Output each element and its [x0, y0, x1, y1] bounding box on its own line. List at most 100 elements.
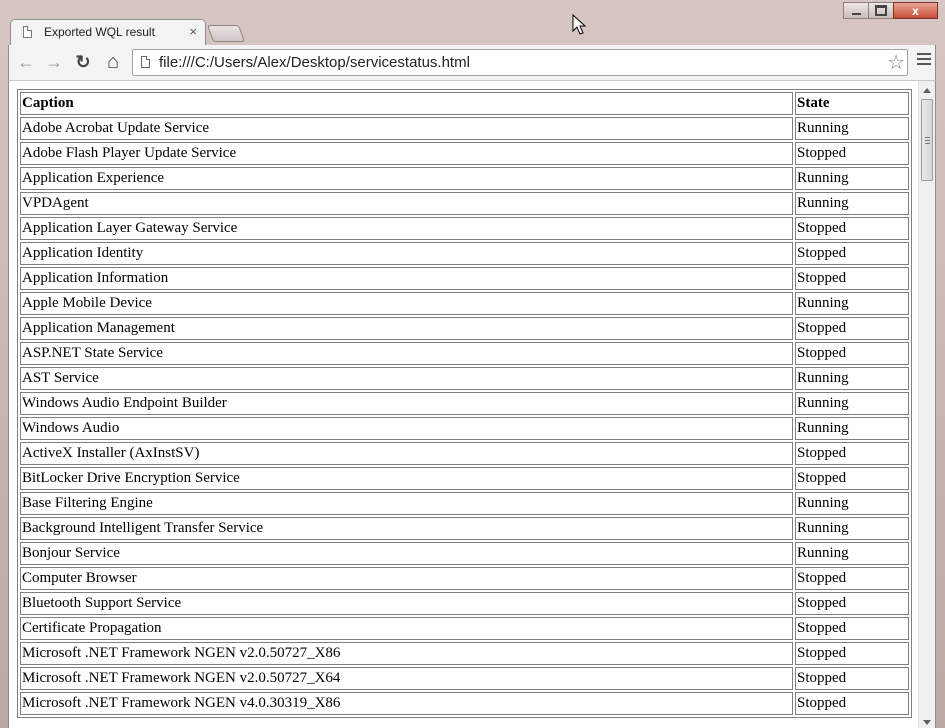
caption-cell: ASP.NET State Service — [20, 342, 793, 365]
table-row: Application Layer Gateway Service Stopped — [20, 217, 909, 240]
page-icon — [23, 26, 32, 38]
tab-exported-wql-result[interactable]: Exported WQL result × — [10, 19, 206, 45]
caption-cell: Application Information — [20, 267, 793, 290]
state-cell: Stopped — [795, 617, 909, 640]
scroll-up-arrow-icon[interactable] — [923, 88, 931, 93]
caption-cell: Adobe Flash Player Update Service — [20, 142, 793, 165]
state-cell: Stopped — [795, 467, 909, 490]
table-row: Bluetooth Support Service Stopped — [20, 592, 909, 615]
table-header-row: Caption State — [20, 92, 909, 115]
tab-close-icon[interactable]: × — [189, 24, 197, 39]
state-cell: Running — [795, 167, 909, 190]
new-tab-button[interactable] — [206, 25, 246, 42]
tab-title: Exported WQL result — [44, 25, 155, 39]
table-row: Application Experience Running — [20, 167, 909, 190]
caption-cell: ActiveX Installer (AxInstSV) — [20, 442, 793, 465]
window-controls: x — [843, 2, 938, 19]
caption-cell: Microsoft .NET Framework NGEN v2.0.50727… — [20, 667, 793, 690]
table-row: Application Identity Stopped — [20, 242, 909, 265]
mouse-cursor-icon — [572, 14, 586, 35]
table-row: Microsoft .NET Framework NGEN v4.0.30319… — [20, 692, 909, 715]
caption-cell: Computer Browser — [20, 567, 793, 590]
table-row: Microsoft .NET Framework NGEN v2.0.50727… — [20, 667, 909, 690]
scroll-down-arrow-icon[interactable] — [923, 720, 931, 725]
minimize-icon — [851, 12, 861, 15]
home-button[interactable]: ⌂ — [102, 51, 124, 73]
table-row: Microsoft .NET Framework NGEN v2.0.50727… — [20, 642, 909, 665]
table-row: Application Information Stopped — [20, 267, 909, 290]
state-cell: Stopped — [795, 142, 909, 165]
table-row: Base Filtering Engine Running — [20, 492, 909, 515]
caption-cell: Bluetooth Support Service — [20, 592, 793, 615]
table-row: Adobe Acrobat Update Service Running — [20, 117, 909, 140]
state-cell: Stopped — [795, 442, 909, 465]
table-row: ActiveX Installer (AxInstSV) Stopped — [20, 442, 909, 465]
scroll-thumb[interactable] — [921, 99, 933, 181]
browser-window: x Exported WQL result × ← → ↻ ⌂ file:///… — [0, 0, 945, 728]
table-row: Windows Audio Endpoint Builder Running — [20, 392, 909, 415]
state-cell: Stopped — [795, 267, 909, 290]
caption-cell: Apple Mobile Device — [20, 292, 793, 315]
table-row: Certificate Propagation Stopped — [20, 617, 909, 640]
url-text[interactable]: file:///C:/Users/Alex/Desktop/servicesta… — [159, 54, 470, 71]
state-cell: Running — [795, 192, 909, 215]
state-cell: Running — [795, 542, 909, 565]
caption-cell: Application Management — [20, 317, 793, 340]
state-cell: Stopped — [795, 217, 909, 240]
reload-button[interactable]: ↻ — [72, 51, 94, 73]
close-icon: x — [912, 3, 919, 18]
caption-cell: Background Intelligent Transfer Service — [20, 517, 793, 540]
table-row: Background Intelligent Transfer Service R… — [20, 517, 909, 540]
table-row: Adobe Flash Player Update Service Stopped — [20, 142, 909, 165]
caption-cell: Bonjour Service — [20, 542, 793, 565]
grip-icon — [925, 137, 930, 146]
maximize-icon — [875, 5, 887, 16]
table-row: Windows Audio Running — [20, 417, 909, 440]
caption-cell: Application Identity — [20, 242, 793, 265]
file-page-icon — [141, 56, 150, 68]
state-cell: Running — [795, 292, 909, 315]
state-cell: Stopped — [795, 317, 909, 340]
caption-cell: Application Experience — [20, 167, 793, 190]
page-viewport: Caption State Adobe Acrobat Update Servi… — [8, 80, 936, 728]
state-cell: Running — [795, 417, 909, 440]
state-cell: Stopped — [795, 667, 909, 690]
page-content: Caption State Adobe Acrobat Update Servi… — [9, 81, 919, 728]
caption-cell: Base Filtering Engine — [20, 492, 793, 515]
vertical-scrollbar[interactable] — [918, 81, 935, 728]
close-window-button[interactable]: x — [893, 2, 938, 19]
caption-cell: Windows Audio — [20, 417, 793, 440]
state-cell: Running — [795, 367, 909, 390]
toolbar: ← → ↻ ⌂ file:///C:/Users/Alex/Desktop/se… — [8, 45, 936, 80]
minimize-button[interactable] — [843, 2, 869, 19]
bookmark-star-icon[interactable]: ☆ — [887, 50, 905, 75]
table-row: VPDAgent Running — [20, 192, 909, 215]
state-cell: Running — [795, 517, 909, 540]
table-row: Application Management Stopped — [20, 317, 909, 340]
results-table: Caption State Adobe Acrobat Update Servi… — [17, 89, 912, 718]
table-row: ASP.NET State Service Stopped — [20, 342, 909, 365]
state-cell: Running — [795, 117, 909, 140]
column-header-state: State — [795, 92, 909, 115]
caption-cell: Adobe Acrobat Update Service — [20, 117, 793, 140]
state-cell: Stopped — [795, 642, 909, 665]
caption-cell: Microsoft .NET Framework NGEN v4.0.30319… — [20, 692, 793, 715]
caption-cell: BitLocker Drive Encryption Service — [20, 467, 793, 490]
state-cell: Stopped — [795, 592, 909, 615]
maximize-button[interactable] — [868, 2, 894, 19]
back-button[interactable]: ← — [15, 51, 37, 73]
state-cell: Stopped — [795, 692, 909, 715]
caption-cell: Microsoft .NET Framework NGEN v2.0.50727… — [20, 642, 793, 665]
chrome-menu-icon[interactable] — [917, 53, 931, 68]
caption-cell: AST Service — [20, 367, 793, 390]
caption-cell: Certificate Propagation — [20, 617, 793, 640]
caption-cell: Application Layer Gateway Service — [20, 217, 793, 240]
table-row: Bonjour Service Running — [20, 542, 909, 565]
state-cell: Stopped — [795, 242, 909, 265]
forward-button[interactable]: → — [43, 51, 65, 73]
column-header-caption: Caption — [20, 92, 793, 115]
address-bar[interactable]: file:///C:/Users/Alex/Desktop/servicesta… — [132, 49, 908, 76]
state-cell: Running — [795, 392, 909, 415]
table-row: AST Service Running — [20, 367, 909, 390]
state-cell: Stopped — [795, 342, 909, 365]
